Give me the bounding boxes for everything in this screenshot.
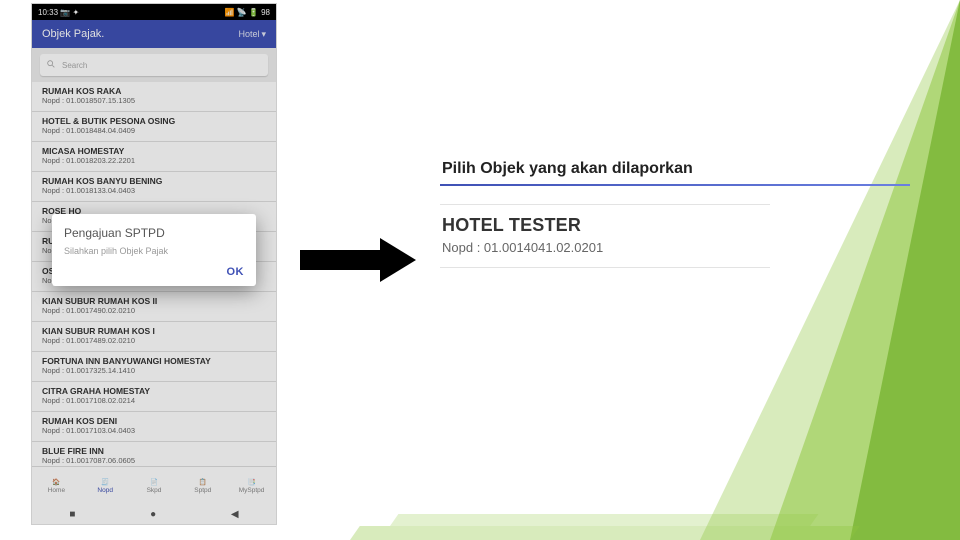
search-input[interactable]: Search xyxy=(40,54,268,76)
list-item[interactable]: MICASA HOMESTAYNopd : 01.0018203.22.2201 xyxy=(32,142,276,172)
item-name: HOTEL & BUTIK PESONA OSING xyxy=(42,116,266,126)
item-nopd: Nopd : 01.0018203.22.2201 xyxy=(42,156,266,165)
item-name: RUMAH KOS BANYU BENING xyxy=(42,176,266,186)
item-nopd: Nopd : 01.0018484.04.0409 xyxy=(42,126,266,135)
nav-skpd[interactable]: 📄Skpd xyxy=(130,467,179,504)
modal-title: Pengajuan SPTPD xyxy=(64,226,244,240)
nav-label: Skpd xyxy=(147,487,162,494)
list-item[interactable]: CITRA GRAHA HOMESTAYNopd : 01.0017108.02… xyxy=(32,382,276,412)
search-placeholder: Search xyxy=(62,61,87,70)
nav-label: Nopd xyxy=(97,487,113,494)
status-time: 10:33 📷 ✦ xyxy=(38,8,79,17)
home-button[interactable]: ● xyxy=(150,509,156,520)
example-item[interactable]: HOTEL TESTER Nopd : 01.0014041.02.0201 xyxy=(440,204,770,268)
list-item[interactable]: KIAN SUBUR RUMAH KOS IINopd : 01.0017490… xyxy=(32,292,276,322)
item-name: RUMAH KOS RAKA xyxy=(42,86,266,96)
item-name: BLUE FIRE INN xyxy=(42,446,266,456)
list-item[interactable]: FORTUNA INN BANYUWANGI HOMESTAYNopd : 01… xyxy=(32,352,276,382)
list-item[interactable]: BLUE FIRE INNNopd : 01.0017087.06.0605 xyxy=(32,442,276,466)
nav-label: Home xyxy=(48,487,65,494)
example-name: HOTEL TESTER xyxy=(442,215,770,236)
app-bar: Objek Pajak. Hotel ▾ xyxy=(32,20,276,48)
item-nopd: Nopd : 01.0017108.02.0214 xyxy=(42,396,266,405)
ok-button[interactable]: OK xyxy=(64,266,244,278)
item-name: KIAN SUBUR RUMAH KOS II xyxy=(42,296,266,306)
modal-subtitle: Silahkan pilih Objek Pajak xyxy=(64,246,244,256)
page-title: Objek Pajak. xyxy=(42,28,104,40)
item-nopd: Nopd : 01.0017087.06.0605 xyxy=(42,456,266,465)
status-bar: 10:33 📷 ✦ 📶 📡 🔋 98 xyxy=(32,4,276,20)
nav-mysptpd[interactable]: 📑MySptpd xyxy=(227,467,276,504)
item-nopd: Nopd : 01.0017103.04.0403 xyxy=(42,426,266,435)
item-nopd: Nopd : 01.0017489.02.0210 xyxy=(42,336,266,345)
item-nopd: Nopd : 01.0017325.14.1410 xyxy=(42,366,266,375)
form-icon: 📋 xyxy=(199,478,207,486)
title-underline xyxy=(440,184,910,186)
android-navbar: ■ ● ◀ xyxy=(32,504,276,524)
instruction-title: Pilih Objek yang akan dilaporkan xyxy=(440,160,910,178)
list-icon: 🧾 xyxy=(101,478,109,486)
nav-label: Sptpd xyxy=(194,487,211,494)
doc-icon: 📄 xyxy=(150,478,158,486)
item-name: MICASA HOMESTAY xyxy=(42,146,266,156)
item-name: RUMAH KOS DENI xyxy=(42,416,266,426)
my-icon: 📑 xyxy=(248,478,256,486)
modal-pengajuan-sptpd: Pengajuan SPTPD Silahkan pilih Objek Paj… xyxy=(52,214,256,286)
status-indicators: 📶 📡 🔋 98 xyxy=(225,8,270,17)
instruction-callout: Pilih Objek yang akan dilaporkan HOTEL T… xyxy=(440,160,910,268)
example-nopd: Nopd : 01.0014041.02.0201 xyxy=(442,240,770,255)
item-nopd: Nopd : 01.0017490.02.0210 xyxy=(42,306,266,315)
list-item[interactable]: HOTEL & BUTIK PESONA OSINGNopd : 01.0018… xyxy=(32,112,276,142)
chevron-down-icon: ▾ xyxy=(261,29,266,40)
back-button[interactable]: ◀ xyxy=(231,509,239,520)
filter-dropdown[interactable]: Hotel ▾ xyxy=(238,29,266,40)
nav-home[interactable]: 🏠Home xyxy=(32,467,81,504)
recent-apps-button[interactable]: ■ xyxy=(69,509,75,520)
item-name: CITRA GRAHA HOMESTAY xyxy=(42,386,266,396)
arrow-icon xyxy=(300,238,420,282)
item-nopd: Nopd : 01.0018133.04.0403 xyxy=(42,186,266,195)
list-item[interactable]: RUMAH KOS RAKANopd : 01.0018507.15.1305 xyxy=(32,82,276,112)
item-nopd: Nopd : 01.0018507.15.1305 xyxy=(42,96,266,105)
nav-sptpd[interactable]: 📋Sptpd xyxy=(178,467,227,504)
nav-nopd[interactable]: 🧾Nopd xyxy=(81,467,130,504)
bottom-nav: 🏠Home 🧾Nopd 📄Skpd 📋Sptpd 📑MySptpd xyxy=(32,466,276,504)
list-item[interactable]: KIAN SUBUR RUMAH KOS INopd : 01.0017489.… xyxy=(32,322,276,352)
item-name: FORTUNA INN BANYUWANGI HOMESTAY xyxy=(42,356,266,366)
filter-label: Hotel xyxy=(238,29,259,39)
list-item[interactable]: RUMAH KOS DENINopd : 01.0017103.04.0403 xyxy=(32,412,276,442)
nav-label: MySptpd xyxy=(239,487,265,494)
home-icon: 🏠 xyxy=(52,478,60,486)
item-name: KIAN SUBUR RUMAH KOS I xyxy=(42,326,266,336)
phone-screenshot: 10:33 📷 ✦ 📶 📡 🔋 98 Objek Pajak. Hotel ▾ … xyxy=(32,4,276,524)
list-item[interactable]: RUMAH KOS BANYU BENINGNopd : 01.0018133.… xyxy=(32,172,276,202)
search-icon xyxy=(46,59,56,71)
